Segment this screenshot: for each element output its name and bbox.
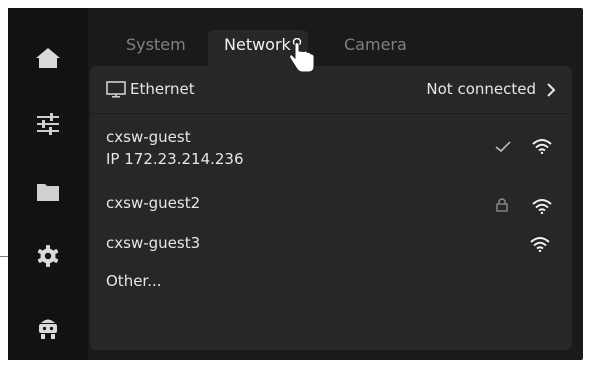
ethernet-status: Not connected [426, 80, 536, 98]
network-ssid: cxsw-guest [106, 128, 191, 146]
hand-cursor-icon [289, 38, 315, 73]
tab-bar: System Network Camera [108, 30, 583, 66]
wifi-icon [532, 139, 552, 154]
sidebar-item-settings-sliders[interactable] [32, 108, 64, 140]
ethernet-row[interactable]: Ethernet Not connected [90, 66, 572, 114]
sliders-icon [37, 113, 59, 135]
wifi-icon [532, 199, 552, 214]
wifi-network-item[interactable]: cxsw-guest3 [90, 226, 572, 266]
folder-icon [37, 184, 59, 201]
wifi-network-item[interactable]: cxsw-guest IP 172.23.214.236 [90, 124, 572, 172]
chevron-right-icon [547, 83, 556, 97]
sidebar-item-settings[interactable] [32, 240, 64, 272]
wifi-network-item[interactable]: cxsw-guest2 [90, 186, 572, 226]
checkmark-icon [495, 141, 511, 153]
ethernet-label: Ethernet [130, 80, 195, 98]
home-icon [36, 48, 60, 68]
sidebar-item-home[interactable] [32, 42, 64, 74]
network-panel: Ethernet Not connected cxsw-guest IP 172… [90, 66, 572, 350]
network-ssid: cxsw-guest2 [106, 194, 201, 212]
monitor-icon [106, 81, 126, 98]
sidebar [8, 8, 88, 360]
network-ip: IP 172.23.214.236 [106, 150, 244, 168]
wifi-icon [530, 237, 550, 252]
sidebar-item-files[interactable] [32, 176, 64, 208]
device-screen: System Network Camera Ethernet Not conne… [8, 8, 583, 360]
tab-system[interactable]: System [110, 30, 202, 66]
other-network-item[interactable]: Other... [90, 264, 572, 300]
lock-icon [496, 198, 508, 212]
gear-icon [37, 245, 59, 267]
tab-camera[interactable]: Camera [328, 30, 423, 66]
robot-icon [39, 319, 57, 339]
sidebar-item-robot[interactable] [32, 312, 64, 344]
other-network-label: Other... [106, 272, 162, 290]
network-ssid: cxsw-guest3 [106, 234, 201, 252]
